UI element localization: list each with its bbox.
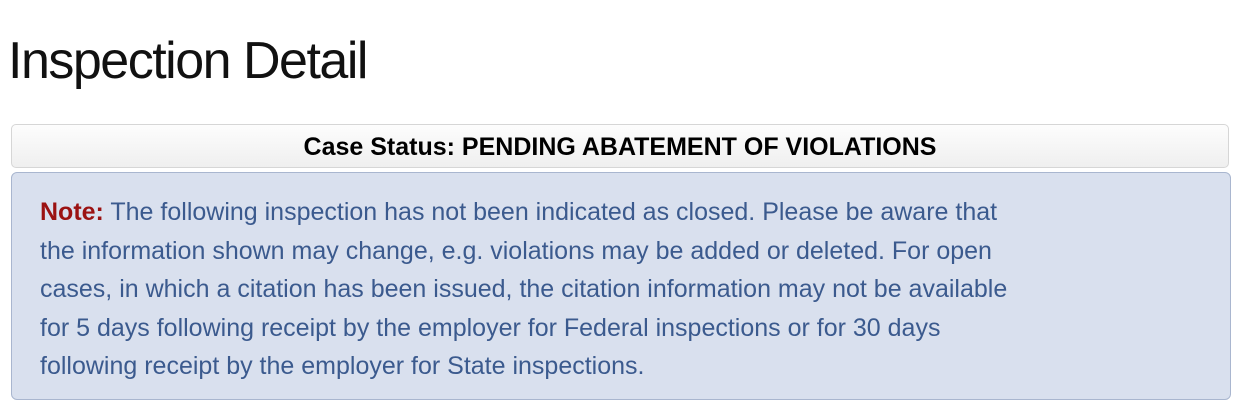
- note-line-1: Note: The following inspection has not b…: [40, 193, 1202, 232]
- case-status-value: PENDING ABATEMENT OF VIOLATIONS: [461, 133, 937, 161]
- case-status-bar: Case Status: PENDING ABATEMENT OF VIOLAT…: [11, 124, 1229, 168]
- note-label: Note:: [40, 198, 104, 226]
- note-text-1: The following inspection has not been in…: [103, 198, 998, 226]
- case-status-label: Case Status:: [303, 133, 462, 161]
- note-line-4: for 5 days following receipt by the empl…: [40, 313, 941, 342]
- note-line-5: following receipt by the employer for St…: [40, 352, 645, 380]
- note-line-3: cases, in which a citation has been issu…: [40, 275, 1008, 303]
- page-title: Inspection Detail: [8, 32, 368, 90]
- note-line-2: the information shown may change, e.g. v…: [40, 236, 992, 265]
- open-case-note: Note: The following inspection has not b…: [11, 172, 1231, 400]
